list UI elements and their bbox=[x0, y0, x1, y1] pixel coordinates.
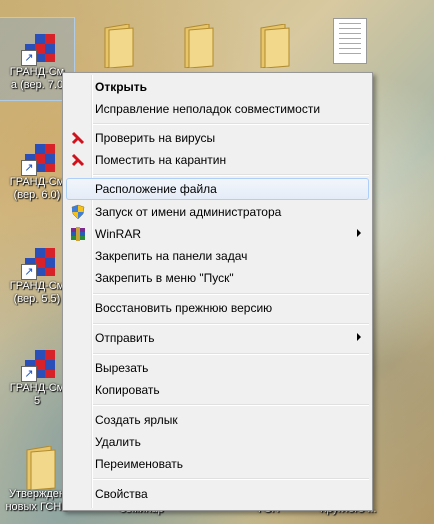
submenu-arrow-icon bbox=[357, 333, 361, 341]
grand-smeta-icon: ↗ bbox=[13, 18, 61, 66]
menu-separator bbox=[93, 353, 369, 355]
shortcut-arrow-icon: ↗ bbox=[21, 160, 37, 176]
menu-separator bbox=[93, 123, 369, 125]
menu-item-pin-taskbar[interactable]: Закрепить на панели задач bbox=[66, 245, 369, 267]
menu-separator bbox=[93, 293, 369, 295]
shortcut-arrow-icon: ↗ bbox=[21, 264, 37, 280]
context-menu: Открыть Исправление неполадок совместимо… bbox=[62, 72, 373, 511]
menu-item-label: Переименовать bbox=[95, 457, 183, 471]
desktop[interactable]: ↗ ГРАНД-См а (вер. 7.0 ↗ ГРАНД-См (вер. … bbox=[0, 0, 434, 524]
grand-smeta-icon: ↗ bbox=[13, 334, 61, 382]
menu-item-label: Запуск от имени администратора bbox=[95, 205, 282, 219]
menu-item-label: Закрепить на панели задач bbox=[95, 249, 248, 263]
menu-separator bbox=[93, 404, 369, 406]
desktop-document[interactable] bbox=[306, 18, 380, 66]
menu-item-label: Закрепить в меню "Пуск" bbox=[95, 271, 234, 285]
menu-item-create-shortcut[interactable]: Создать ярлык bbox=[66, 409, 369, 431]
desktop-folder-1[interactable] bbox=[78, 18, 152, 68]
menu-item-label: Вырезать bbox=[95, 361, 149, 375]
desktop-folder-3[interactable] bbox=[234, 18, 308, 68]
kaspersky-icon bbox=[70, 152, 86, 168]
kaspersky-icon bbox=[70, 130, 86, 146]
menu-separator bbox=[93, 478, 369, 480]
folder-icon bbox=[171, 18, 219, 68]
uac-shield-icon bbox=[70, 204, 86, 220]
menu-item-troubleshoot-compatibility[interactable]: Исправление неполадок совместимости bbox=[66, 98, 369, 120]
menu-item-label: Копировать bbox=[95, 383, 160, 397]
folder-icon bbox=[13, 440, 61, 490]
menu-item-label: Поместить на карантин bbox=[95, 153, 227, 167]
grand-smeta-icon: ↗ bbox=[13, 232, 61, 280]
shortcut-arrow-icon: ↗ bbox=[21, 366, 37, 382]
menu-item-scan-virus[interactable]: Проверить на вирусы bbox=[66, 127, 369, 149]
desktop-folder-2[interactable] bbox=[158, 18, 232, 68]
folder-icon bbox=[247, 18, 295, 68]
menu-item-label: Расположение файла bbox=[95, 182, 217, 196]
menu-item-label: Отправить bbox=[95, 331, 155, 345]
submenu-arrow-icon bbox=[357, 229, 361, 237]
menu-item-label: Открыть bbox=[95, 80, 148, 94]
menu-item-label: Создать ярлык bbox=[95, 413, 178, 427]
document-icon bbox=[319, 18, 367, 66]
menu-item-cut[interactable]: Вырезать bbox=[66, 357, 369, 379]
winrar-icon bbox=[70, 226, 86, 242]
menu-item-pin-start[interactable]: Закрепить в меню "Пуск" bbox=[66, 267, 369, 289]
menu-item-label: Восстановить прежнюю версию bbox=[95, 301, 273, 315]
menu-item-restore-previous[interactable]: Восстановить прежнюю версию bbox=[66, 297, 369, 319]
menu-item-label: Удалить bbox=[95, 435, 141, 449]
menu-item-delete[interactable]: Удалить bbox=[66, 431, 369, 453]
menu-item-label: Свойства bbox=[95, 487, 148, 501]
menu-separator bbox=[93, 323, 369, 325]
menu-separator bbox=[93, 174, 369, 176]
menu-item-label: Проверить на вирусы bbox=[95, 131, 216, 145]
menu-item-label: Исправление неполадок совместимости bbox=[95, 102, 321, 116]
menu-item-quarantine[interactable]: Поместить на карантин bbox=[66, 149, 369, 171]
menu-item-winrar[interactable]: WinRAR bbox=[66, 223, 369, 245]
menu-item-open[interactable]: Открыть bbox=[66, 76, 369, 98]
menu-item-properties[interactable]: Свойства bbox=[66, 483, 369, 505]
menu-item-file-location[interactable]: Расположение файла bbox=[66, 178, 369, 200]
menu-item-label: WinRAR bbox=[95, 227, 142, 241]
menu-item-rename[interactable]: Переименовать bbox=[66, 453, 369, 475]
menu-item-copy[interactable]: Копировать bbox=[66, 379, 369, 401]
menu-item-run-as-admin[interactable]: Запуск от имени администратора bbox=[66, 201, 369, 223]
grand-smeta-icon: ↗ bbox=[13, 128, 61, 176]
shortcut-arrow-icon: ↗ bbox=[21, 50, 37, 66]
menu-item-send-to[interactable]: Отправить bbox=[66, 327, 369, 349]
folder-icon bbox=[91, 18, 139, 68]
